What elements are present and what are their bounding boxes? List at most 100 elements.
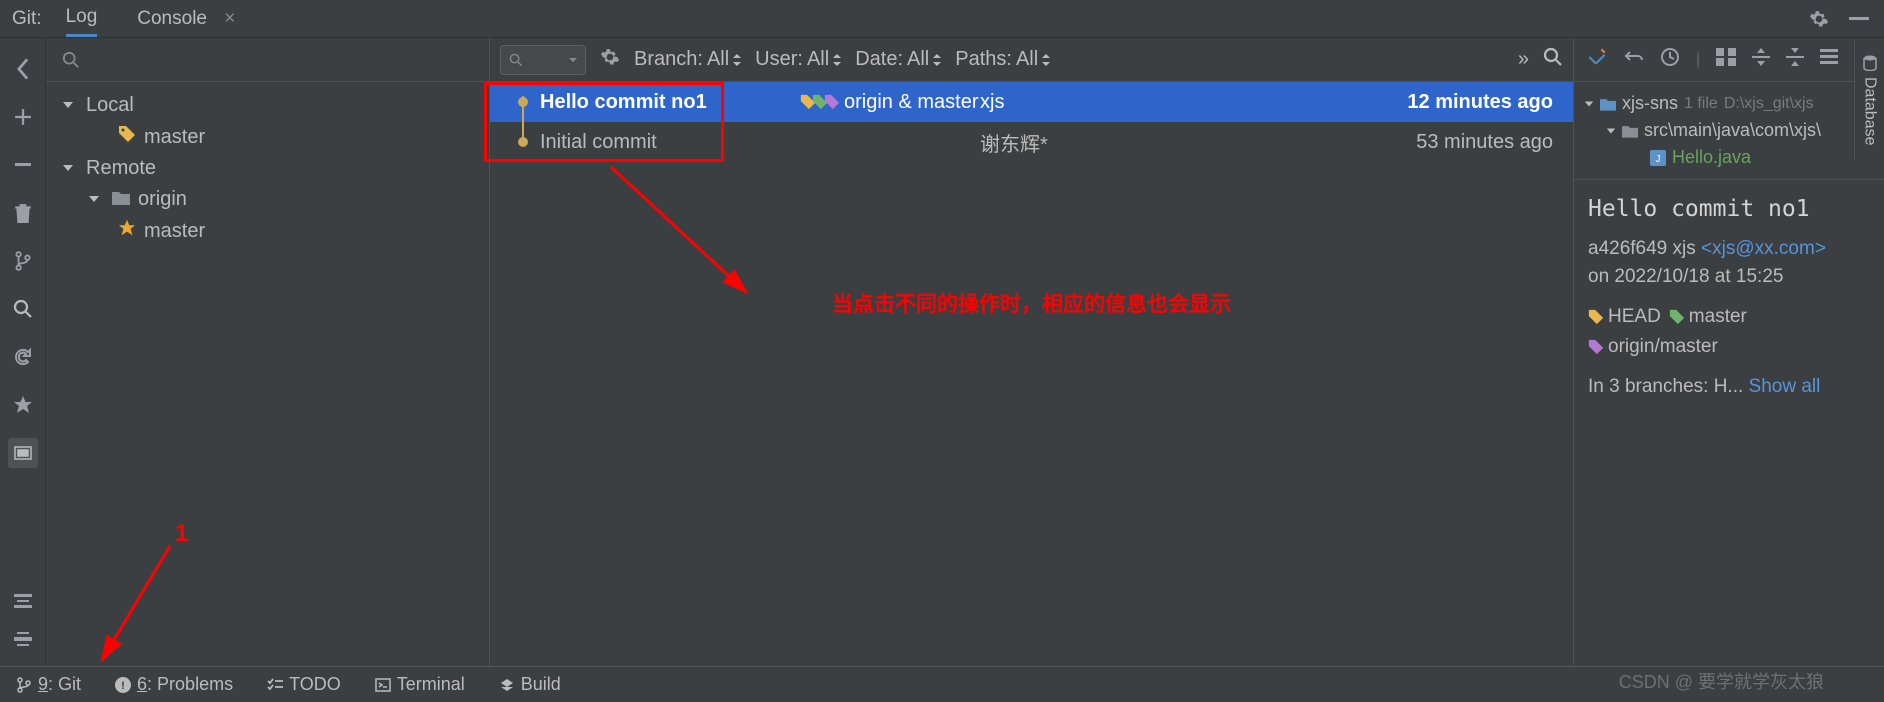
tab-log[interactable]: Log bbox=[66, 0, 98, 37]
file-name: Hello.java bbox=[1672, 147, 1751, 168]
branch-icon[interactable] bbox=[8, 246, 38, 276]
branches-search[interactable] bbox=[46, 38, 489, 82]
local-label: Local bbox=[86, 94, 134, 117]
commit-author-name: xjs bbox=[1673, 238, 1696, 259]
expand-icon[interactable] bbox=[8, 586, 38, 616]
branch-name: master bbox=[144, 220, 205, 243]
branches-summary: In 3 branches: H... Show all bbox=[1588, 376, 1870, 398]
tag-icon bbox=[118, 125, 136, 149]
refresh-icon[interactable] bbox=[8, 342, 38, 372]
add-icon[interactable] bbox=[8, 102, 38, 132]
back-icon[interactable] bbox=[8, 54, 38, 84]
commit-message: Hello commit no1 bbox=[540, 91, 800, 114]
cherry-pick-icon[interactable] bbox=[1586, 46, 1608, 73]
commit-email: <xjs@xx.com> bbox=[1701, 238, 1826, 259]
file-node[interactable]: J Hello.java bbox=[1574, 144, 1884, 171]
commit-date: 53 minutes ago bbox=[1090, 131, 1569, 154]
project-node[interactable]: xjs-sns 1 file D:\xjs_git\xjs bbox=[1574, 90, 1884, 117]
commit-row[interactable]: Initial commit 谢东辉* 53 minutes ago bbox=[490, 122, 1573, 162]
collapse-all-icon[interactable] bbox=[1786, 48, 1804, 71]
filter-user[interactable]: User: All bbox=[755, 48, 841, 71]
project-path: D:\xjs_git\xjs bbox=[1724, 95, 1814, 113]
branches-remote-node[interactable]: Remote bbox=[46, 153, 489, 184]
filter-paths[interactable]: Paths: All bbox=[955, 48, 1050, 71]
branch-local-master[interactable]: master bbox=[46, 121, 489, 153]
ref-tag-master: master bbox=[1669, 306, 1747, 328]
trash-icon[interactable] bbox=[8, 198, 38, 228]
chevron-down-icon bbox=[62, 94, 78, 117]
commit-refs: origin & master bbox=[800, 91, 980, 114]
group-icon[interactable] bbox=[1716, 48, 1736, 71]
details-toolbar: | bbox=[1574, 38, 1884, 82]
git-label: Git: bbox=[12, 8, 42, 30]
filter-date[interactable]: Date: All bbox=[855, 48, 941, 71]
log-toolbar: Branch: All User: All Date: All Paths: A… bbox=[490, 38, 1573, 82]
commit-author: xjs bbox=[980, 91, 1060, 114]
file-count: 1 file bbox=[1684, 95, 1718, 113]
src-path: src\main\java\com\xjs\ bbox=[1644, 120, 1821, 141]
tab-console[interactable]: Console × bbox=[137, 2, 235, 36]
commit-log-panel: Branch: All User: All Date: All Paths: A… bbox=[490, 38, 1574, 666]
ref-tag-head: HEAD bbox=[1588, 306, 1661, 328]
gear-icon[interactable] bbox=[1806, 6, 1832, 32]
commit-row[interactable]: Hello commit no1 origin & master xjs 12 … bbox=[490, 82, 1573, 122]
status-build[interactable]: Build bbox=[499, 674, 561, 695]
commit-author: 谢东辉* bbox=[980, 128, 1090, 157]
undo-icon[interactable] bbox=[1624, 48, 1644, 71]
status-bar: 9: Git ! 6: Problems TODO Terminal Build… bbox=[0, 666, 1884, 702]
project-name: xjs-sns bbox=[1622, 93, 1678, 114]
svg-text:!: ! bbox=[121, 680, 125, 692]
screenshot-icon[interactable] bbox=[8, 438, 38, 468]
commit-hash: a426f649 bbox=[1588, 238, 1667, 259]
ref-tags: HEAD master origin/master bbox=[1588, 306, 1870, 358]
gear-icon[interactable] bbox=[600, 47, 620, 73]
commit-date: 12 minutes ago bbox=[1060, 91, 1569, 114]
filter-branch[interactable]: Branch: All bbox=[634, 48, 741, 71]
commit-title: Hello commit no1 bbox=[1588, 196, 1870, 222]
more-icon[interactable]: » bbox=[1518, 48, 1529, 71]
log-search-input[interactable] bbox=[500, 45, 586, 75]
status-git[interactable]: 9: Git bbox=[16, 674, 81, 695]
remote-label: Remote bbox=[86, 157, 156, 180]
close-icon[interactable]: × bbox=[224, 8, 235, 29]
minimize-icon[interactable] bbox=[1846, 6, 1872, 32]
changed-files-tree: xjs-sns 1 file D:\xjs_git\xjs src\main\j… bbox=[1574, 82, 1884, 179]
search-icon[interactable] bbox=[1543, 47, 1563, 73]
branch-remote-master[interactable]: master bbox=[46, 215, 489, 247]
remote-origin-node[interactable]: origin bbox=[46, 184, 489, 215]
commit-list: Hello commit no1 origin & master xjs 12 … bbox=[490, 82, 1573, 162]
tab-console-label: Console bbox=[137, 8, 207, 29]
branch-name: master bbox=[144, 126, 205, 149]
annotation-text: 当点击不同的操作时，相应的信息也会显示 bbox=[832, 288, 1231, 318]
show-all-link[interactable]: Show all bbox=[1749, 376, 1821, 397]
search-icon[interactable] bbox=[8, 294, 38, 324]
expand-all-icon[interactable] bbox=[1752, 48, 1770, 71]
commit-details-panel: | xjs-sns 1 file D:\xjs_git\xjs src\mai bbox=[1574, 38, 1884, 666]
settings-icon[interactable] bbox=[1820, 49, 1838, 70]
src-folder-node[interactable]: src\main\java\com\xjs\ bbox=[1574, 117, 1884, 144]
left-toolbar bbox=[0, 38, 46, 666]
history-icon[interactable] bbox=[1660, 47, 1680, 72]
commit-message: Initial commit bbox=[540, 131, 800, 154]
annotation-arrow bbox=[606, 162, 766, 312]
annotation-number: 1 bbox=[175, 520, 188, 548]
branches-panel: Local master Remote origin master bbox=[46, 38, 490, 666]
remove-icon[interactable] bbox=[8, 150, 38, 180]
folder-icon bbox=[112, 188, 130, 211]
favorite-icon[interactable] bbox=[8, 390, 38, 420]
commit-date-text: on 2022/10/18 at 15:25 bbox=[1588, 266, 1870, 288]
ref-tag-origin-master: origin/master bbox=[1588, 336, 1718, 358]
branches-local-node[interactable]: Local bbox=[46, 90, 489, 121]
git-panel-tabs: Git: Log Console × bbox=[0, 0, 1884, 38]
collapse-icon[interactable] bbox=[8, 624, 38, 654]
svg-text:J: J bbox=[1656, 154, 1661, 165]
commit-metadata: Hello commit no1 a426f649 xjs <xjs@xx.co… bbox=[1574, 179, 1884, 414]
remote-name: origin bbox=[138, 188, 187, 211]
watermark: CSDN @ 要学就学灰太狼 bbox=[1619, 668, 1824, 694]
database-tool-tab[interactable]: Database bbox=[1854, 40, 1884, 160]
chevron-down-icon bbox=[62, 157, 78, 180]
star-icon bbox=[118, 219, 136, 243]
status-problems[interactable]: ! 6: Problems bbox=[115, 674, 233, 695]
status-todo[interactable]: TODO bbox=[267, 674, 341, 695]
status-terminal[interactable]: Terminal bbox=[375, 674, 465, 695]
